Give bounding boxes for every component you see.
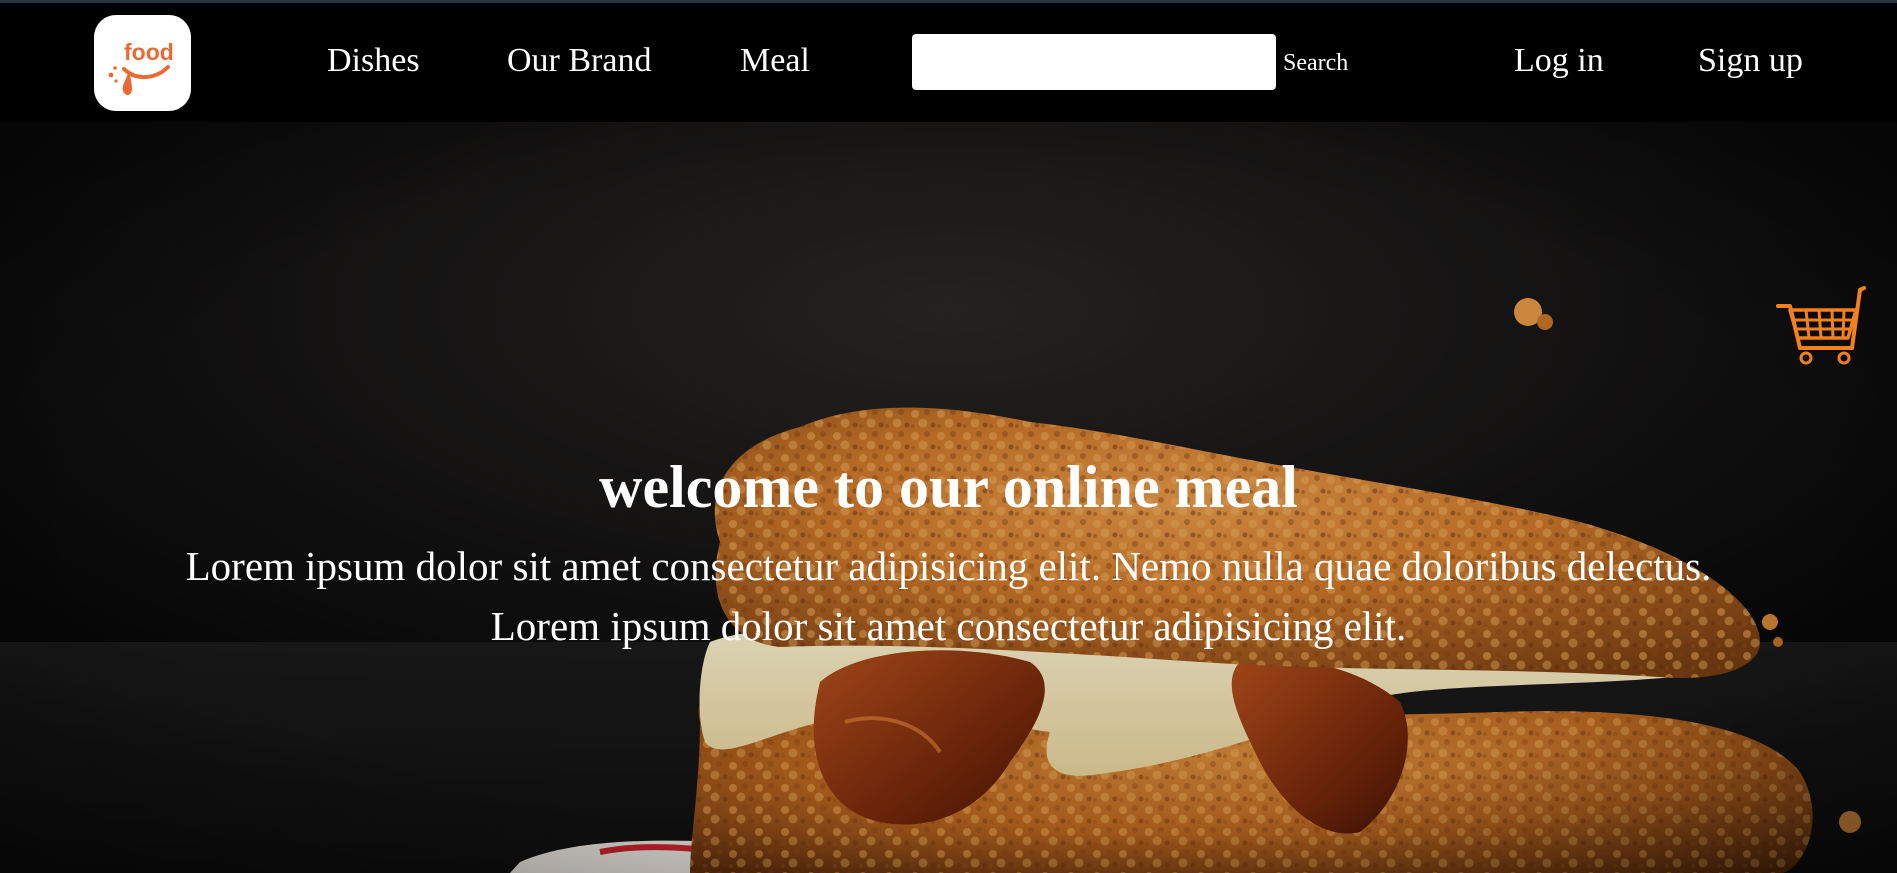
brand-logo[interactable]: food: [94, 15, 191, 111]
nav-link-dishes[interactable]: Dishes: [327, 41, 420, 81]
search-input[interactable]: [912, 34, 1276, 90]
logo-text: food: [124, 39, 174, 65]
nav-link-meal[interactable]: Meal: [740, 41, 810, 81]
signup-link[interactable]: Sign up: [1698, 41, 1803, 81]
shopping-cart-icon[interactable]: [1776, 280, 1866, 370]
login-link[interactable]: Log in: [1514, 41, 1604, 81]
page: food Dishes Our Brand Meal Search Log in…: [0, 0, 1897, 873]
hero-title: welcome to our online meal: [599, 454, 1298, 520]
nav-link-our-brand[interactable]: Our Brand: [507, 41, 651, 81]
hero-description: Lorem ipsum dolor sit amet consectetur a…: [185, 543, 1712, 649]
navbar: food Dishes Our Brand Meal Search Log in…: [0, 3, 1897, 122]
search-button[interactable]: Search: [1283, 49, 1348, 77]
